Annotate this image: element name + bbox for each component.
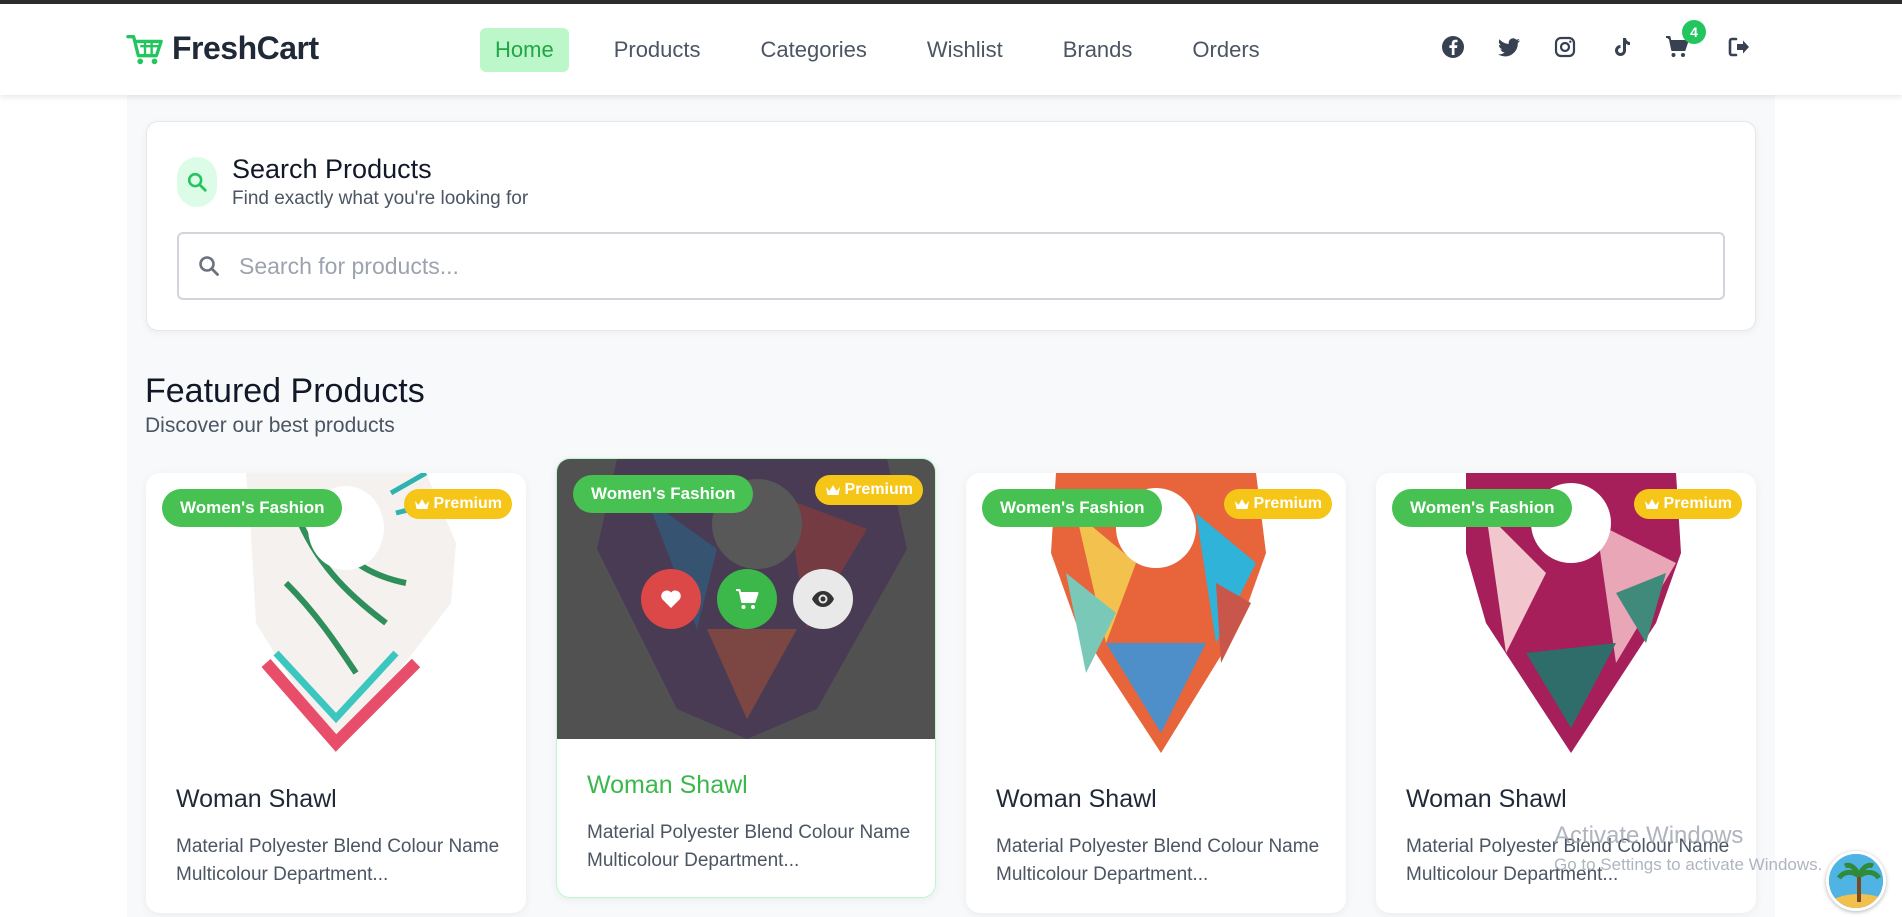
cart-count-badge: 4: [1682, 20, 1706, 44]
twitter-icon[interactable]: [1496, 34, 1522, 60]
eye-icon: [812, 591, 834, 607]
premium-label: Premium: [433, 495, 502, 512]
add-to-wishlist-button[interactable]: [641, 569, 701, 629]
cart-logo-icon: [126, 34, 163, 64]
premium-label: Premium: [1253, 495, 1322, 512]
cart-button[interactable]: 4: [1664, 20, 1706, 60]
premium-badge: Premium: [814, 475, 923, 505]
category-badge: Women's Fashion: [982, 489, 1163, 527]
search-card: Search Products Find exactly what you're…: [146, 121, 1756, 331]
search-subtitle: Find exactly what you're looking for: [232, 188, 529, 209]
nav-link-wishlist[interactable]: Wishlist: [912, 28, 1018, 72]
heart-icon: [661, 590, 681, 608]
product-title[interactable]: Woman Shawl: [176, 785, 337, 814]
search-box: [177, 232, 1725, 300]
product-title[interactable]: Woman Shawl: [587, 771, 748, 800]
product-card-hovered[interactable]: Women's Fashion Premium Woman Shawl Mate…: [556, 458, 936, 898]
premium-badge: Premium: [403, 489, 512, 519]
product-card[interactable]: Women's Fashion Premium Woman Shawl Mate…: [966, 473, 1346, 913]
nav-link-brands[interactable]: Brands: [1048, 28, 1148, 72]
nav-link-home[interactable]: Home: [480, 28, 569, 72]
category-badge: Women's Fashion: [1392, 489, 1573, 527]
nav-link-products[interactable]: Products: [599, 28, 716, 72]
category-badge: Women's Fashion: [162, 489, 343, 527]
category-badge: Women's Fashion: [573, 475, 754, 513]
search-icon: [199, 256, 219, 276]
instagram-icon[interactable]: [1552, 34, 1578, 60]
search-badge-icon: [177, 157, 217, 207]
main-nav: Home Products Categories Wishlist Brands…: [480, 28, 1305, 72]
activate-windows-subtitle: Go to Settings to activate Windows.: [1554, 855, 1823, 874]
crown-icon: [1234, 499, 1249, 509]
product-title[interactable]: Woman Shawl: [1406, 785, 1567, 814]
product-image[interactable]: Women's Fashion Premium: [1376, 473, 1756, 753]
tiktok-icon[interactable]: [1608, 34, 1634, 60]
product-description: Material Polyester Blend Colour Name Mul…: [996, 836, 1320, 885]
nav-link-categories[interactable]: Categories: [746, 28, 882, 72]
featured-title: Featured Products: [145, 372, 425, 410]
premium-label: Premium: [844, 481, 913, 498]
brand[interactable]: FreshCart: [126, 30, 319, 67]
crown-icon: [825, 485, 840, 495]
crown-icon: [414, 499, 429, 509]
nav-link-orders[interactable]: Orders: [1177, 28, 1274, 72]
premium-badge: Premium: [1223, 489, 1332, 519]
featured-subtitle: Discover our best products: [145, 414, 395, 437]
facebook-icon[interactable]: [1440, 34, 1466, 60]
activate-windows-title: Activate Windows: [1554, 822, 1744, 849]
crown-icon: [1644, 499, 1659, 509]
product-card[interactable]: Women's Fashion Premium Woman Shawl Mate…: [146, 473, 526, 913]
product-description: Material Polyester Blend Colour Name Mul…: [176, 836, 500, 885]
logout-icon[interactable]: [1726, 34, 1752, 60]
quick-view-button[interactable]: [793, 569, 853, 629]
nav-icons: 4: [1440, 20, 1782, 60]
premium-label: Premium: [1663, 495, 1732, 512]
quick-actions: [641, 569, 853, 629]
product-description: Material Polyester Blend Colour Name Mul…: [587, 822, 911, 871]
product-title[interactable]: Woman Shawl: [996, 785, 1157, 814]
product-image[interactable]: Women's Fashion Premium: [557, 459, 935, 739]
add-to-cart-button[interactable]: [717, 569, 777, 629]
product-image[interactable]: Women's Fashion Premium: [146, 473, 526, 753]
navbar: FreshCart Home Products Categories Wishl…: [0, 4, 1902, 95]
cart-icon: [736, 589, 759, 609]
premium-badge: Premium: [1633, 489, 1742, 519]
search-input[interactable]: [239, 252, 1689, 280]
product-image[interactable]: Women's Fashion Premium: [966, 473, 1346, 753]
brand-name: FreshCart: [172, 30, 319, 66]
floating-avatar[interactable]: [1826, 851, 1886, 911]
search-title: Search Products: [232, 154, 432, 184]
